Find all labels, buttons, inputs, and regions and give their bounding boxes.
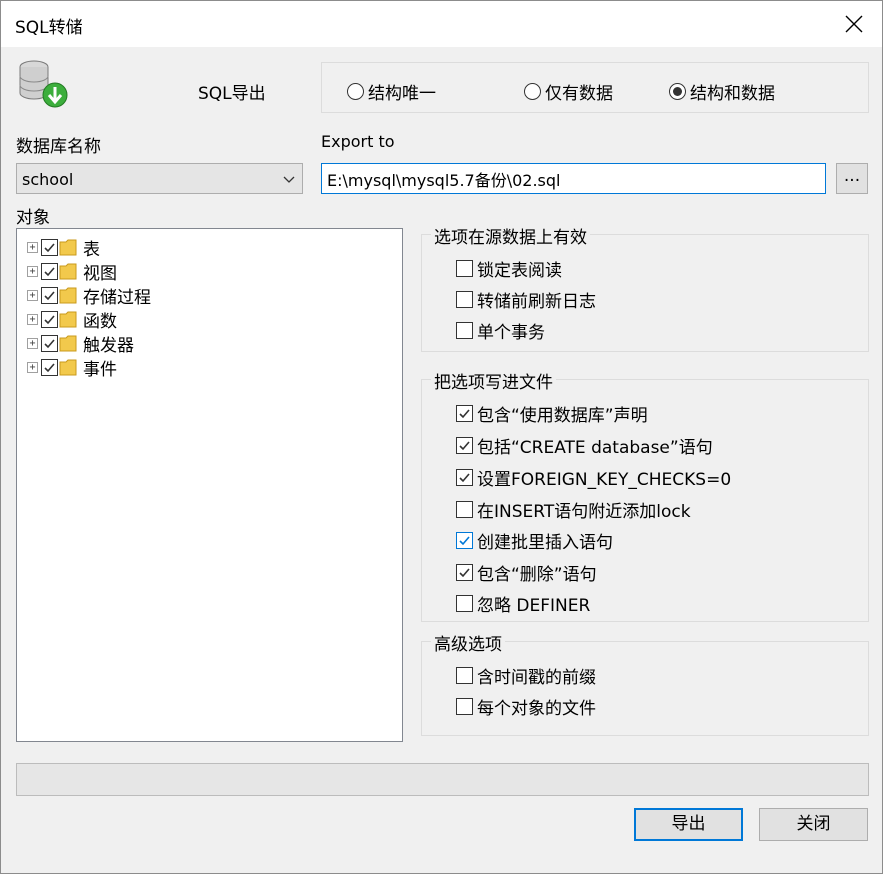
option-label: 创建批里插入语句 [477, 533, 613, 553]
chevron-down-icon [283, 176, 295, 183]
close-window-button[interactable] [826, 1, 882, 47]
checkbox-checked[interactable] [41, 334, 58, 352]
file-options-title: 把选项写进文件 [431, 368, 556, 393]
advanced-options-group [421, 641, 869, 736]
option-label: 单个事务 [477, 323, 545, 343]
tree-item-functions[interactable]: + 函数 [27, 307, 117, 332]
objects-label: 对象 [16, 208, 50, 228]
close-button[interactable]: 关闭 [759, 808, 868, 841]
tree-item-label: 事件 [83, 359, 117, 380]
tree-item-label: 表 [83, 239, 100, 260]
option-label: 含时间戳的前缀 [477, 668, 596, 688]
browse-button[interactable]: ... [836, 163, 868, 194]
radio-label: 结构和数据 [690, 84, 775, 104]
checkbox-checked[interactable] [456, 469, 473, 486]
option-label: 包含“删除”语句 [477, 565, 597, 585]
tree-item-tables[interactable]: + 表 [27, 235, 100, 260]
expand-icon[interactable]: + [27, 289, 38, 301]
window-title: SQL转储 [15, 18, 83, 38]
option-insert-lock[interactable]: 在INSERT语句附近添加lock [456, 497, 691, 522]
checkbox-checked[interactable] [456, 532, 473, 549]
option-label: 每个对象的文件 [477, 699, 596, 719]
checkbox-unchecked[interactable] [456, 595, 473, 612]
tree-item-label: 视图 [83, 263, 117, 284]
expand-icon[interactable]: + [27, 241, 38, 253]
tree-item-label: 函数 [83, 311, 117, 332]
checkbox-checked[interactable] [456, 405, 473, 422]
option-label: 包括“CREATE database”语句 [477, 438, 713, 458]
export-path-input[interactable] [321, 163, 826, 194]
folder-icon [59, 335, 77, 352]
radio-circle [524, 83, 541, 100]
option-ignore-definer[interactable]: 忽略 DEFINER [456, 591, 590, 616]
progress-bar [16, 763, 869, 796]
tree-item-triggers[interactable]: + 触发器 [27, 331, 134, 356]
checkbox-unchecked[interactable] [456, 501, 473, 518]
expand-icon[interactable]: + [27, 265, 38, 277]
sql-dump-dialog: SQL转储 SQL导出 结构唯一 仅有数据 结构和数据 数据库名称 Export… [0, 0, 883, 874]
option-batch-insert[interactable]: 创建批里插入语句 [456, 528, 613, 553]
expand-icon[interactable]: + [27, 313, 38, 325]
expand-icon[interactable]: + [27, 337, 38, 349]
tree-item-events[interactable]: + 事件 [27, 355, 117, 380]
option-label: 包含“使用数据库”声明 [477, 406, 648, 426]
option-label: 设置FOREIGN_KEY_CHECKS=0 [477, 470, 732, 490]
folder-icon [59, 359, 77, 376]
option-create-database[interactable]: 包括“CREATE database”语句 [456, 433, 713, 458]
folder-icon [59, 311, 77, 328]
objects-tree[interactable]: + 表 + 视图 + 存储过程 + 函数 + 触发器 + 事件 [16, 228, 403, 742]
database-select-value: school [22, 170, 74, 189]
checkbox-checked[interactable] [41, 358, 58, 376]
checkbox-unchecked[interactable] [456, 322, 473, 339]
checkbox-checked[interactable] [456, 437, 473, 454]
expand-icon[interactable]: + [27, 361, 38, 373]
folder-icon [59, 239, 77, 256]
radio-circle-selected [669, 83, 686, 100]
database-select[interactable]: school [16, 163, 303, 194]
radio-structure-only[interactable]: 结构唯一 [347, 79, 436, 104]
radio-label: 仅有数据 [545, 84, 613, 104]
option-timestamp-prefix[interactable]: 含时间戳的前缀 [456, 663, 596, 688]
folder-icon [59, 287, 77, 304]
checkbox-checked[interactable] [456, 564, 473, 581]
export-button[interactable]: 导出 [634, 808, 743, 841]
option-label: 在INSERT语句附近添加lock [477, 502, 691, 522]
tree-item-label: 触发器 [83, 335, 134, 356]
export-to-label: Export to [321, 132, 395, 151]
option-label: 转储前刷新日志 [477, 292, 596, 312]
checkbox-checked[interactable] [41, 262, 58, 280]
sql-export-label: SQL导出 [198, 84, 266, 104]
checkbox-unchecked[interactable] [456, 667, 473, 684]
tree-item-label: 存储过程 [83, 287, 151, 308]
folder-icon [59, 263, 77, 280]
option-drop-statements[interactable]: 包含“删除”语句 [456, 560, 597, 585]
database-name-label: 数据库名称 [16, 137, 101, 157]
checkbox-unchecked[interactable] [456, 260, 473, 277]
close-icon [845, 15, 863, 33]
option-label: 锁定表阅读 [477, 261, 562, 281]
checkbox-checked[interactable] [41, 286, 58, 304]
title-bar: SQL转储 [1, 1, 882, 47]
option-use-database[interactable]: 包含“使用数据库”声明 [456, 401, 648, 426]
option-flush-logs[interactable]: 转储前刷新日志 [456, 287, 596, 312]
export-mode-group: 结构唯一 仅有数据 结构和数据 [321, 62, 869, 113]
option-file-per-object[interactable]: 每个对象的文件 [456, 694, 596, 719]
database-export-icon [19, 60, 68, 108]
advanced-options-title: 高级选项 [431, 630, 505, 655]
option-single-transaction[interactable]: 单个事务 [456, 318, 545, 343]
tree-item-views[interactable]: + 视图 [27, 259, 117, 284]
option-lock-tables[interactable]: 锁定表阅读 [456, 256, 562, 281]
tree-item-procedures[interactable]: + 存储过程 [27, 283, 151, 308]
radio-label: 结构唯一 [368, 84, 436, 104]
source-options-title: 选项在源数据上有效 [431, 223, 590, 248]
checkbox-checked[interactable] [41, 310, 58, 328]
checkbox-unchecked[interactable] [456, 698, 473, 715]
radio-structure-and-data[interactable]: 结构和数据 [669, 79, 775, 104]
checkbox-unchecked[interactable] [456, 291, 473, 308]
checkbox-checked[interactable] [41, 238, 58, 256]
radio-circle [347, 83, 364, 100]
option-label: 忽略 DEFINER [477, 596, 591, 616]
radio-data-only[interactable]: 仅有数据 [524, 79, 613, 104]
option-foreign-key-checks[interactable]: 设置FOREIGN_KEY_CHECKS=0 [456, 465, 731, 490]
